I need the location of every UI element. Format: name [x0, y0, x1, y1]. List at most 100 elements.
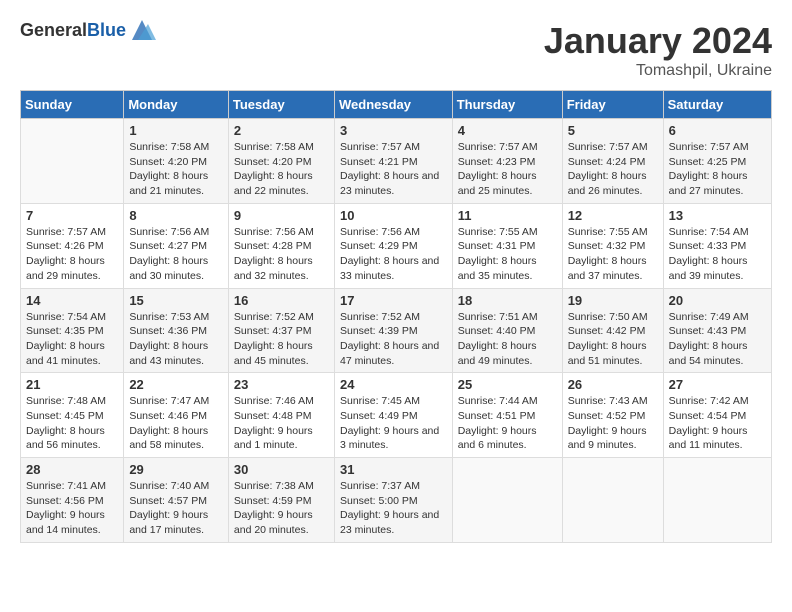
day-info: Sunrise: 7:38 AMSunset: 4:59 PMDaylight:…: [234, 479, 329, 538]
calendar-cell: 8Sunrise: 7:56 AMSunset: 4:27 PMDaylight…: [124, 203, 229, 288]
calendar-cell: [21, 119, 124, 204]
calendar-header-row: SundayMondayTuesdayWednesdayThursdayFrid…: [21, 91, 772, 119]
day-number: 24: [340, 377, 447, 392]
day-info: Sunrise: 7:52 AMSunset: 4:37 PMDaylight:…: [234, 310, 329, 369]
day-number: 26: [568, 377, 658, 392]
calendar-cell: 2Sunrise: 7:58 AMSunset: 4:20 PMDaylight…: [228, 119, 334, 204]
day-info: Sunrise: 7:37 AMSunset: 5:00 PMDaylight:…: [340, 479, 447, 538]
day-info: Sunrise: 7:57 AMSunset: 4:24 PMDaylight:…: [568, 140, 658, 199]
day-number: 5: [568, 123, 658, 138]
logo-icon: [128, 16, 156, 44]
day-number: 28: [26, 462, 118, 477]
column-header-saturday: Saturday: [663, 91, 771, 119]
day-number: 1: [129, 123, 223, 138]
day-number: 23: [234, 377, 329, 392]
calendar-cell: 15 Sunrise: 7:53 AMSunset: 4:36 PMDayligh…: [124, 288, 229, 373]
day-info: Sunrise: 7:43 AMSunset: 4:52 PMDaylight:…: [568, 394, 658, 453]
column-header-friday: Friday: [562, 91, 663, 119]
calendar-cell: 13 Sunrise: 7:54 AMSunset: 4:33 PMDayligh…: [663, 203, 771, 288]
day-number: 11: [458, 208, 557, 223]
calendar-cell: 3 Sunrise: 7:57 AMSunset: 4:21 PMDaylight…: [334, 119, 452, 204]
calendar-cell: 26 Sunrise: 7:43 AMSunset: 4:52 PMDayligh…: [562, 373, 663, 458]
month-title: January 2024: [544, 20, 772, 62]
day-info: Sunrise: 7:57 AMSunset: 4:26 PMDaylight:…: [26, 225, 118, 284]
day-info: Sunrise: 7:44 AMSunset: 4:51 PMDaylight:…: [458, 394, 557, 453]
column-header-monday: Monday: [124, 91, 229, 119]
day-number: 3: [340, 123, 447, 138]
calendar-cell: 31 Sunrise: 7:37 AMSunset: 5:00 PMDayligh…: [334, 458, 452, 543]
day-info: Sunrise: 7:57 AMSunset: 4:25 PMDaylight:…: [669, 140, 766, 199]
day-info: Sunrise: 7:58 AMSunset: 4:20 PMDaylight:…: [234, 140, 329, 199]
calendar-cell: [452, 458, 562, 543]
day-info: Sunrise: 7:50 AMSunset: 4:42 PMDaylight:…: [568, 310, 658, 369]
calendar-cell: 6 Sunrise: 7:57 AMSunset: 4:25 PMDaylight…: [663, 119, 771, 204]
calendar-cell: [663, 458, 771, 543]
day-info: Sunrise: 7:54 AMSunset: 4:33 PMDaylight:…: [669, 225, 766, 284]
day-number: 10: [340, 208, 447, 223]
day-info: Sunrise: 7:40 AMSunset: 4:57 PMDaylight:…: [129, 479, 223, 538]
logo: GeneralBlue: [20, 20, 158, 41]
calendar-cell: 12 Sunrise: 7:55 AMSunset: 4:32 PMDayligh…: [562, 203, 663, 288]
calendar-cell: 25 Sunrise: 7:44 AMSunset: 4:51 PMDayligh…: [452, 373, 562, 458]
day-number: 25: [458, 377, 557, 392]
day-number: 20: [669, 293, 766, 308]
calendar-cell: 29 Sunrise: 7:40 AMSunset: 4:57 PMDayligh…: [124, 458, 229, 543]
calendar-cell: 22Sunrise: 7:47 AMSunset: 4:46 PMDayligh…: [124, 373, 229, 458]
day-info: Sunrise: 7:46 AMSunset: 4:48 PMDaylight:…: [234, 394, 329, 453]
column-header-wednesday: Wednesday: [334, 91, 452, 119]
day-info: Sunrise: 7:49 AMSunset: 4:43 PMDaylight:…: [669, 310, 766, 369]
day-number: 4: [458, 123, 557, 138]
day-info: Sunrise: 7:57 AMSunset: 4:23 PMDaylight:…: [458, 140, 557, 199]
logo-general: General: [20, 20, 87, 40]
week-row-1: 1 Sunrise: 7:58 AMSunset: 4:20 PMDaylight…: [21, 119, 772, 204]
calendar-cell: 1Sunrise: 7:58 AMSunset: 4:20 PMDaylight…: [124, 119, 229, 204]
calendar-cell: 19 Sunrise: 7:50 AMSunset: 4:42 PMDayligh…: [562, 288, 663, 373]
day-info: Sunrise: 7:56 AMSunset: 4:29 PMDaylight:…: [340, 225, 447, 284]
day-info: Sunrise: 7:52 AMSunset: 4:39 PMDaylight:…: [340, 310, 447, 369]
calendar-cell: 24 Sunrise: 7:45 AMSunset: 4:49 PMDayligh…: [334, 373, 452, 458]
day-number: 8: [129, 208, 223, 223]
day-number: 19: [568, 293, 658, 308]
calendar-cell: 14 Sunrise: 7:54 AMSunset: 4:35 PMDayligh…: [21, 288, 124, 373]
day-info: Sunrise: 7:53 AMSunset: 4:36 PMDaylight:…: [129, 310, 223, 369]
page-header: GeneralBlue January 2024 Tomashpil, Ukra…: [20, 20, 772, 80]
calendar-cell: 9 Sunrise: 7:56 AMSunset: 4:28 PMDaylight…: [228, 203, 334, 288]
calendar-cell: 20 Sunrise: 7:49 AMSunset: 4:43 PMDayligh…: [663, 288, 771, 373]
day-info: Sunrise: 7:57 AMSunset: 4:21 PMDaylight:…: [340, 140, 447, 199]
day-number: 30: [234, 462, 329, 477]
calendar-cell: 17Sunrise: 7:52 AMSunset: 4:39 PMDayligh…: [334, 288, 452, 373]
day-number: 9: [234, 208, 329, 223]
calendar-cell: [562, 458, 663, 543]
day-number: 31: [340, 462, 447, 477]
day-number: 22: [129, 377, 223, 392]
day-number: 12: [568, 208, 658, 223]
week-row-5: 28 Sunrise: 7:41 AMSunset: 4:56 PMDayligh…: [21, 458, 772, 543]
day-number: 6: [669, 123, 766, 138]
day-info: Sunrise: 7:41 AMSunset: 4:56 PMDaylight:…: [26, 479, 118, 538]
calendar-cell: 23 Sunrise: 7:46 AMSunset: 4:48 PMDayligh…: [228, 373, 334, 458]
day-info: Sunrise: 7:45 AMSunset: 4:49 PMDaylight:…: [340, 394, 447, 453]
day-info: Sunrise: 7:56 AMSunset: 4:28 PMDaylight:…: [234, 225, 329, 284]
column-header-sunday: Sunday: [21, 91, 124, 119]
day-number: 27: [669, 377, 766, 392]
day-number: 15: [129, 293, 223, 308]
day-info: Sunrise: 7:54 AMSunset: 4:35 PMDaylight:…: [26, 310, 118, 369]
week-row-4: 21Sunrise: 7:48 AMSunset: 4:45 PMDayligh…: [21, 373, 772, 458]
calendar-cell: 5 Sunrise: 7:57 AMSunset: 4:24 PMDaylight…: [562, 119, 663, 204]
calendar-cell: 28 Sunrise: 7:41 AMSunset: 4:56 PMDayligh…: [21, 458, 124, 543]
day-number: 14: [26, 293, 118, 308]
location-title: Tomashpil, Ukraine: [544, 62, 772, 80]
day-info: Sunrise: 7:55 AMSunset: 4:32 PMDaylight:…: [568, 225, 658, 284]
day-number: 13: [669, 208, 766, 223]
calendar-cell: 10 Sunrise: 7:56 AMSunset: 4:29 PMDayligh…: [334, 203, 452, 288]
day-number: 21: [26, 377, 118, 392]
day-number: 18: [458, 293, 557, 308]
calendar-cell: 7 Sunrise: 7:57 AMSunset: 4:26 PMDaylight…: [21, 203, 124, 288]
column-header-tuesday: Tuesday: [228, 91, 334, 119]
day-number: 7: [26, 208, 118, 223]
day-number: 29: [129, 462, 223, 477]
calendar-cell: 21Sunrise: 7:48 AMSunset: 4:45 PMDayligh…: [21, 373, 124, 458]
calendar-cell: 30 Sunrise: 7:38 AMSunset: 4:59 PMDayligh…: [228, 458, 334, 543]
logo-blue: Blue: [87, 20, 126, 40]
day-info: Sunrise: 7:51 AMSunset: 4:40 PMDaylight:…: [458, 310, 557, 369]
